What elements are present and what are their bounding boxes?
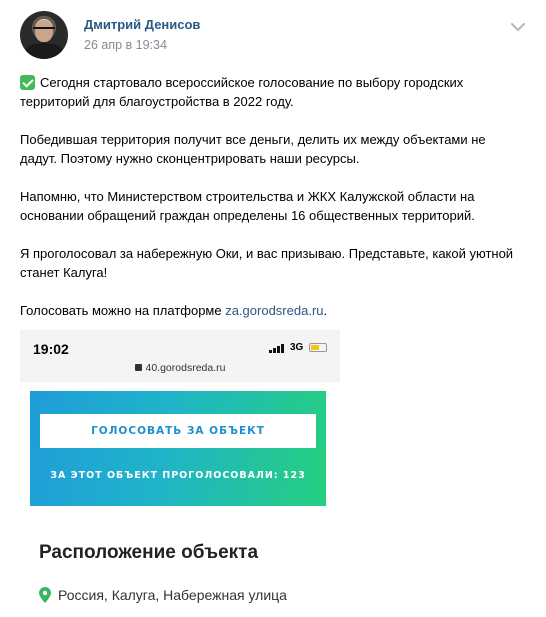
- vote-banner: ГОЛОСОВАТЬ ЗА ОБЪЕКТ ЗА ЭТОТ ОБЪЕКТ ПРОГ…: [30, 391, 326, 506]
- vote-for-object-button[interactable]: ГОЛОСОВАТЬ ЗА ОБЪЕКТ: [40, 414, 316, 448]
- phone-time: 19:02: [33, 341, 69, 357]
- network-type: 3G: [290, 342, 304, 353]
- location-title: Расположение объекта: [39, 542, 259, 563]
- post-paragraph: Победившая территория получит все деньги…: [20, 132, 486, 166]
- lock-icon: [134, 364, 142, 371]
- check-mark-icon: [20, 75, 35, 90]
- post-paragraph: Я проголосовал за набережную Оки, и вас …: [20, 246, 514, 280]
- vote-suffix: .: [323, 303, 328, 318]
- author-avatar[interactable]: [20, 11, 68, 59]
- url-text: 40.gorodsreda.ru: [145, 362, 226, 374]
- paragraph-text: Сегодня стартовало всероссийское голосов…: [20, 75, 464, 109]
- post-date[interactable]: 26 апр в 19:34: [84, 38, 167, 52]
- avatar-glasses: [33, 27, 55, 33]
- post-paragraph: Напомню, что Министерством строительства…: [20, 189, 475, 223]
- map-pin-icon: [39, 587, 51, 603]
- vk-post: Дмитрий Денисов 26 апр в 19:34 Сегодня с…: [0, 0, 546, 617]
- post-paragraph: Сегодня стартовало всероссийское голосов…: [20, 73, 526, 111]
- browser-url: 40.gorodsreda.ru: [20, 362, 340, 374]
- post-text: Сегодня стартовало всероссийское голосов…: [20, 73, 526, 339]
- vote-paragraph: Голосовать можно на платформе za.gorodsr…: [20, 301, 526, 320]
- vote-link[interactable]: za.gorodsreda.ru: [225, 303, 323, 318]
- phone-status-bar: 19:02 3G 40.gorodsreda.ru: [20, 330, 340, 382]
- vote-count: ЗА ЭТОТ ОБЪЕКТ ПРОГОЛОСОВАЛИ: 123: [50, 470, 306, 481]
- avatar-shirt: [24, 43, 64, 59]
- location-address: Россия, Калуга, Набережная улица: [58, 587, 287, 603]
- vote-prefix: Голосовать можно на платформе: [20, 303, 226, 318]
- author-name[interactable]: Дмитрий Денисов: [84, 17, 200, 32]
- attached-screenshot[interactable]: 19:02 3G 40.gorodsreda.ru ГОЛОСОВАТЬ ЗА …: [20, 330, 526, 617]
- battery-icon: [309, 343, 327, 352]
- signal-icon: [269, 344, 284, 353]
- chevron-down-icon[interactable]: [511, 22, 525, 32]
